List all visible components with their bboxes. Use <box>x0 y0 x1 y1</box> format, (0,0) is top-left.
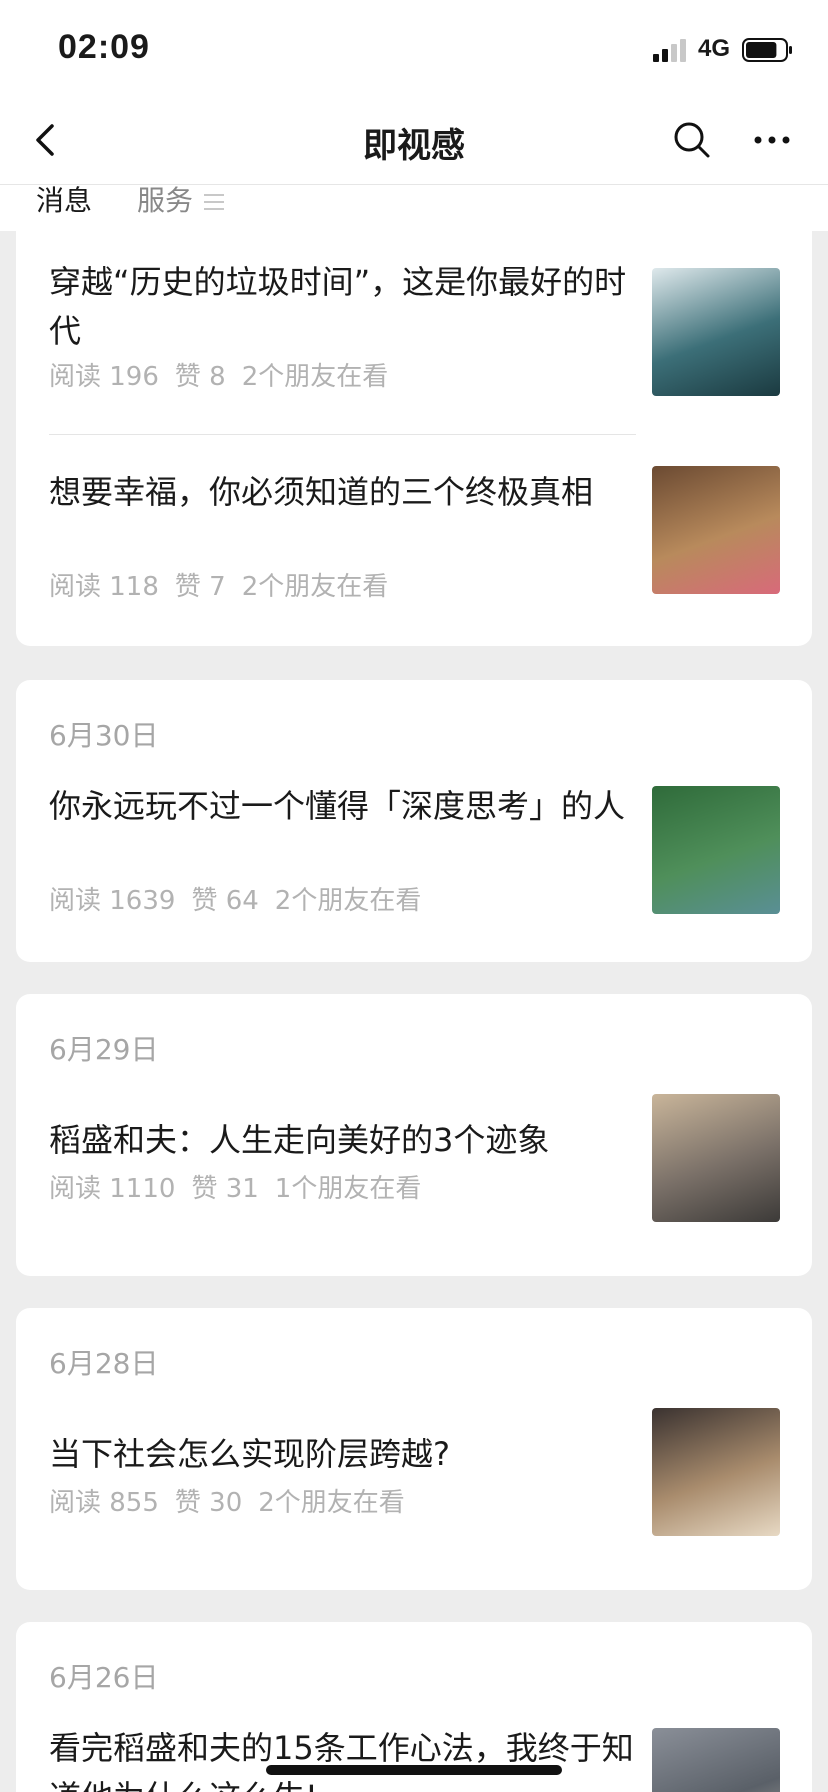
card-date: 6月28日 <box>49 1347 159 1380</box>
like-count: 赞 64 <box>191 886 259 916</box>
like-count: 赞 30 <box>174 1488 243 1518</box>
home-indicator[interactable] <box>266 1765 562 1775</box>
message-card: 6月29日 稻盛和夫：人生走向美好的3个迹象 阅读 1110 赞 31 1个朋友在看 <box>16 994 812 1276</box>
menu-lines-icon[interactable] <box>203 193 225 211</box>
like-count: 赞 31 <box>191 1174 259 1204</box>
message-card: 穿越“历史的垃圾时间”，这是你最好的时代 阅读 196 赞 8 2个朋友在看 想要幸… <box>16 220 812 646</box>
article-title[interactable]: 稻盛和夫：人生走向美好的3个迹象 <box>49 1116 639 1165</box>
article-thumbnail[interactable] <box>652 1094 780 1222</box>
battery-icon <box>742 38 792 62</box>
article-meta: 阅读 1639 赞 64 2个朋友在看 <box>49 880 437 917</box>
article-title[interactable]: 看完稻盛和夫的15条工作心法，我终于知道他为什么这么牛! <box>49 1724 639 1792</box>
article-thumbnail[interactable] <box>652 1408 780 1536</box>
search-icon[interactable] <box>668 116 716 164</box>
article-thumbnail[interactable] <box>652 1728 780 1792</box>
article-title[interactable]: 当下社会怎么实现阶层跨越? <box>49 1430 639 1479</box>
signal-icon <box>653 39 686 62</box>
article-item[interactable]: 你永远玩不过一个懂得「深度思考」的人 阅读 1639 赞 64 2个朋友在看 <box>16 782 812 942</box>
article-thumbnail[interactable] <box>652 268 780 396</box>
article-thumbnail[interactable] <box>652 786 780 914</box>
like-count: 赞 7 <box>174 572 226 602</box>
article-thumbnail[interactable] <box>652 466 780 594</box>
network-label: 4G <box>698 35 731 62</box>
article-item[interactable]: 看完稻盛和夫的15条工作心法，我终于知道他为什么这么牛! <box>16 1724 812 1792</box>
article-meta: 阅读 196 赞 8 2个朋友在看 <box>49 356 404 393</box>
article-item[interactable]: 当下社会怎么实现阶层跨越? 阅读 855 赞 30 2个朋友在看 <box>16 1408 812 1550</box>
article-title[interactable]: 想要幸福，你必须知道的三个终极真相 <box>49 468 639 517</box>
article-divider <box>49 434 636 435</box>
article-item[interactable]: 想要幸福，你必须知道的三个终极真相 阅读 118 赞 7 2个朋友在看 <box>16 466 812 628</box>
status-bar: 02:09 4G <box>0 0 828 96</box>
card-date: 6月30日 <box>49 719 159 752</box>
article-title[interactable]: 穿越“历史的垃圾时间”，这是你最好的时代 <box>49 258 639 356</box>
friends-reading: 2个朋友在看 <box>241 362 389 392</box>
card-date: 6月29日 <box>49 1033 159 1066</box>
nav-bar: 即视感 <box>0 96 828 185</box>
article-meta: 阅读 118 赞 7 2个朋友在看 <box>49 566 404 603</box>
article-title[interactable]: 你永远玩不过一个懂得「深度思考」的人 <box>49 782 639 831</box>
read-count: 阅读 118 <box>49 572 159 602</box>
card-date: 6月26日 <box>49 1661 159 1694</box>
article-meta: 阅读 855 赞 30 2个朋友在看 <box>49 1482 421 1519</box>
message-card: 6月28日 当下社会怎么实现阶层跨越? 阅读 855 赞 30 2个朋友在看 <box>16 1308 812 1590</box>
status-time: 02:09 <box>58 28 150 66</box>
message-card: 6月30日 你永远玩不过一个懂得「深度思考」的人 阅读 1639 赞 64 2个朋友… <box>16 680 812 962</box>
friends-reading: 2个朋友在看 <box>241 572 389 602</box>
like-count: 赞 8 <box>174 362 226 392</box>
friends-reading: 2个朋友在看 <box>274 886 422 916</box>
article-item[interactable]: 稻盛和夫：人生走向美好的3个迹象 阅读 1110 赞 31 1个朋友在看 <box>16 1094 812 1236</box>
friends-reading: 2个朋友在看 <box>258 1488 405 1518</box>
read-count: 阅读 855 <box>49 1488 159 1518</box>
read-count: 阅读 196 <box>49 362 159 392</box>
read-count: 阅读 1110 <box>49 1174 176 1204</box>
read-count: 阅读 1639 <box>49 886 176 916</box>
more-horizontal-icon[interactable] <box>748 116 796 164</box>
article-meta: 阅读 1110 赞 31 1个朋友在看 <box>49 1168 437 1205</box>
article-item[interactable]: 穿越“历史的垃圾时间”，这是你最好的时代 阅读 196 赞 8 2个朋友在看 <box>16 258 812 418</box>
friends-reading: 1个朋友在看 <box>274 1174 422 1204</box>
